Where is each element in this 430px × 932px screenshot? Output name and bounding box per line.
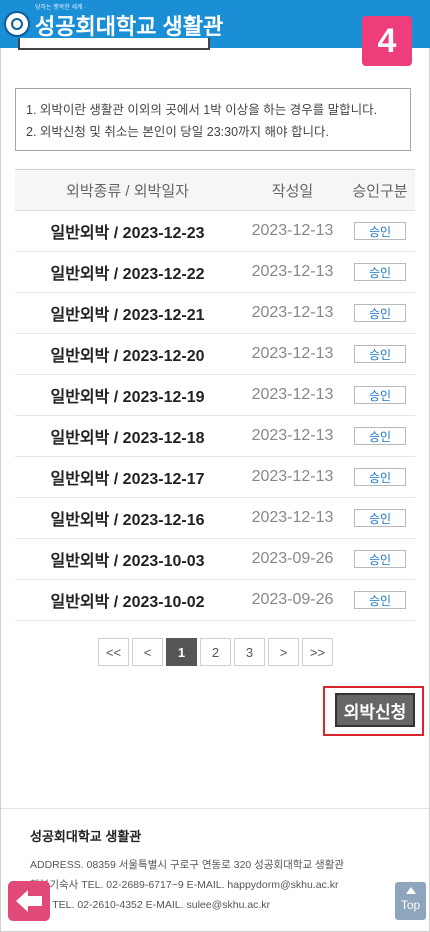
row-date: 2023-12-13	[251, 386, 334, 403]
university-seal-icon	[4, 11, 30, 37]
status-badge: 승인	[354, 345, 406, 363]
first-page-button[interactable]: <<	[98, 638, 129, 666]
footer-divider	[1, 808, 429, 809]
status-badge: 승인	[354, 427, 406, 445]
footer: 성공회대학교 생활관 ADDRESS. 08359 서울특별시 구로구 연동로 …	[30, 826, 410, 915]
pagination: << < 1 2 3 > >>	[98, 638, 336, 666]
row-status-cell: 승인	[345, 509, 415, 527]
row-title[interactable]: 일반외박 / 2023-12-21	[15, 301, 240, 325]
row-date: 2023-12-13	[251, 345, 334, 362]
table-row[interactable]: 일반외박 / 2023-12-23 2023-12-13 승인	[15, 211, 415, 252]
scroll-top-button[interactable]: Top	[395, 882, 426, 920]
row-date: 2023-12-13	[251, 263, 334, 280]
row-status-cell: 승인	[345, 345, 415, 363]
last-page-button[interactable]: >>	[302, 638, 333, 666]
row-date: 2023-12-13	[251, 509, 334, 526]
table-row[interactable]: 일반외박 / 2023-12-21 2023-12-13 승인	[15, 293, 415, 334]
table-row[interactable]: 일반외박 / 2023-12-18 2023-12-13 승인	[15, 416, 415, 457]
footer-contact-2: 엘관 TEL. 02-2610-4352 E-MAIL. sulee@skhu.…	[30, 899, 271, 911]
status-badge: 승인	[354, 386, 406, 404]
row-status-cell: 승인	[345, 550, 415, 568]
apply-overnight-button[interactable]: 외박신청	[335, 693, 415, 727]
table-row[interactable]: 일반외박 / 2023-12-19 2023-12-13 승인	[15, 375, 415, 416]
status-badge: 승인	[354, 509, 406, 527]
logo-text: 성공회대학교 생활관	[35, 14, 224, 39]
row-date: 2023-09-26	[251, 550, 334, 567]
notice-line-1: 1. 외박이란 생활관 이외의 곳에서 1박 이상을 하는 경우를 말합니다.	[26, 103, 378, 117]
arrow-up-icon	[405, 887, 416, 894]
row-status-cell: 승인	[345, 591, 415, 609]
row-status-cell: 승인	[345, 468, 415, 486]
row-title[interactable]: 일반외박 / 2023-12-19	[15, 383, 240, 407]
status-badge: 승인	[354, 304, 406, 322]
row-status-cell: 승인	[345, 222, 415, 240]
row-title[interactable]: 일반외박 / 2023-12-22	[15, 260, 240, 284]
row-title[interactable]: 일반외박 / 2023-12-20	[15, 342, 240, 366]
row-date: 2023-09-26	[251, 591, 334, 608]
row-status-cell: 승인	[345, 386, 415, 404]
row-title[interactable]: 일반외박 / 2023-10-03	[15, 547, 240, 571]
notice-box: 1. 외박이란 생활관 이외의 곳에서 1박 이상을 하는 경우를 말합니다. …	[15, 88, 411, 151]
status-badge: 승인	[354, 222, 406, 240]
footer-address: ADDRESS. 08359 서울특별시 구로구 연동로 320 성공회대학교 …	[30, 859, 345, 871]
table-row[interactable]: 일반외박 / 2023-10-02 2023-09-26 승인	[15, 580, 415, 621]
page-button-2[interactable]: 2	[200, 638, 231, 666]
status-badge: 승인	[354, 263, 406, 281]
overnight-list-table: 외박종류 / 외박일자 작성일 승인구분 일반외박 / 2023-12-23 20…	[15, 169, 415, 621]
table-row[interactable]: 일반외박 / 2023-12-16 2023-12-13 승인	[15, 498, 415, 539]
header-type-date: 외박종류 / 외박일자	[66, 182, 189, 200]
page-button-3[interactable]: 3	[234, 638, 265, 666]
row-date: 2023-12-13	[251, 304, 334, 321]
back-arrow-icon[interactable]	[8, 881, 50, 921]
status-badge: 승인	[354, 468, 406, 486]
row-status-cell: 승인	[345, 304, 415, 322]
row-date: 2023-12-13	[251, 427, 334, 444]
table-header: 외박종류 / 외박일자 작성일 승인구분	[15, 170, 415, 211]
next-page-button[interactable]: >	[268, 638, 299, 666]
row-status-cell: 승인	[345, 427, 415, 445]
row-title[interactable]: 일반외박 / 2023-10-02	[15, 588, 240, 612]
table-row[interactable]: 일반외박 / 2023-12-20 2023-12-13 승인	[15, 334, 415, 375]
row-title[interactable]: 일반외박 / 2023-12-17	[15, 465, 240, 489]
step-badge: 4	[362, 16, 412, 66]
status-badge: 승인	[354, 550, 406, 568]
status-badge: 승인	[354, 591, 406, 609]
row-date: 2023-12-13	[251, 468, 334, 485]
row-title[interactable]: 일반외박 / 2023-12-18	[15, 424, 240, 448]
page-button-1[interactable]: 1	[166, 638, 197, 666]
table-row[interactable]: 일반외박 / 2023-10-03 2023-09-26 승인	[15, 539, 415, 580]
form-box-edge	[18, 38, 210, 50]
row-status-cell: 승인	[345, 263, 415, 281]
row-date: 2023-12-13	[251, 222, 334, 239]
header-approval: 승인구분	[352, 182, 408, 200]
table-row[interactable]: 일반외박 / 2023-12-17 2023-12-13 승인	[15, 457, 415, 498]
top-label: Top	[400, 898, 421, 912]
footer-title: 성공회대학교 생활관	[30, 829, 142, 844]
row-title[interactable]: 일반외박 / 2023-12-16	[15, 506, 240, 530]
prev-page-button[interactable]: <	[132, 638, 163, 666]
notice-line-2: 2. 외박신청 및 취소는 본인이 당일 23:30까지 해야 합니다.	[26, 125, 329, 139]
row-title[interactable]: 일반외박 / 2023-12-23	[15, 219, 240, 243]
header-written-date: 작성일	[271, 182, 314, 200]
table-row[interactable]: 일반외박 / 2023-12-22 2023-12-13 승인	[15, 252, 415, 293]
footer-contact-1: 행복기숙사 TEL. 02-2689-6717~9 E-MAIL. happyd…	[30, 879, 339, 891]
site-logo[interactable]: 성공회대학교 생활관	[4, 8, 223, 40]
